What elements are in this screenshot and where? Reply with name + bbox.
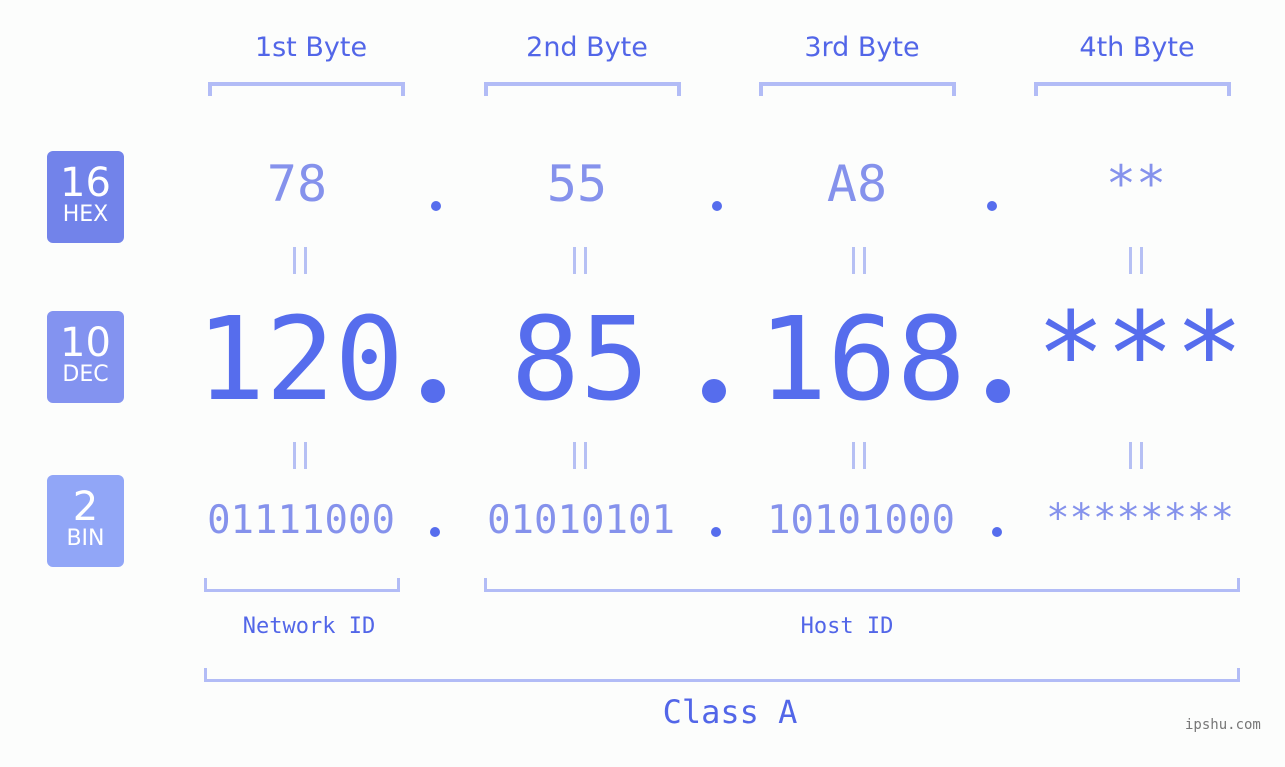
bin-badge: 2 BIN	[47, 475, 124, 567]
hex-badge: 16 HEX	[47, 151, 124, 243]
hex-dot-3	[987, 201, 997, 211]
byte-header-4: 4th Byte	[1079, 32, 1195, 63]
byte-header-2: 2nd Byte	[526, 32, 648, 63]
equals-icon	[293, 247, 307, 274]
hex-byte-3: A8	[826, 155, 888, 213]
dec-byte-1: 120	[196, 293, 404, 427]
host-id-bracket	[484, 578, 1240, 592]
hex-label: HEX	[62, 202, 109, 227]
dec-badge: 10 DEC	[47, 311, 124, 403]
dec-byte-2: 85	[510, 293, 650, 427]
byte-header-3: 3rd Byte	[804, 32, 920, 63]
class-bracket	[204, 668, 1240, 682]
dec-byte-3: 168	[758, 293, 966, 427]
byte-bracket-3	[759, 82, 956, 96]
dec-base: 10	[60, 320, 111, 366]
equals-icon	[852, 442, 866, 469]
byte-bracket-1	[208, 82, 405, 96]
dec-dot-2	[702, 379, 726, 403]
byte-bracket-2	[484, 82, 681, 96]
bin-byte-1: 01111000	[207, 498, 395, 543]
byte-bracket-4	[1034, 82, 1231, 96]
hex-byte-2: 55	[546, 155, 608, 213]
hex-byte-1: 78	[266, 155, 328, 213]
bin-byte-3: 10101000	[767, 498, 955, 543]
bin-byte-2: 01010101	[487, 498, 675, 543]
byte-header-1: 1st Byte	[254, 32, 368, 63]
hex-dot-1	[431, 201, 441, 211]
equals-icon	[1129, 247, 1143, 274]
hex-dot-2	[712, 201, 722, 211]
hex-byte-4: **	[1105, 155, 1167, 213]
bin-dot-1	[430, 527, 440, 537]
watermark: ipshu.com	[1185, 717, 1261, 733]
equals-icon	[852, 247, 866, 274]
dec-label: DEC	[62, 362, 109, 387]
bin-base: 2	[72, 484, 99, 530]
equals-icon	[293, 442, 307, 469]
equals-icon	[573, 442, 587, 469]
bin-dot-3	[992, 527, 1002, 537]
dec-dot-3	[986, 379, 1010, 403]
dec-byte-4: ***	[1036, 288, 1244, 422]
network-id-label: Network ID	[242, 614, 376, 639]
equals-icon	[573, 247, 587, 274]
bin-dot-2	[711, 527, 721, 537]
host-id-label: Host ID	[800, 614, 894, 639]
equals-icon	[1129, 442, 1143, 469]
class-label: Class A	[662, 693, 798, 731]
network-id-bracket	[204, 578, 400, 592]
bin-byte-4: ********	[1046, 496, 1234, 541]
dec-dot-1	[421, 379, 445, 403]
bin-label: BIN	[66, 526, 105, 551]
hex-base: 16	[60, 160, 111, 206]
